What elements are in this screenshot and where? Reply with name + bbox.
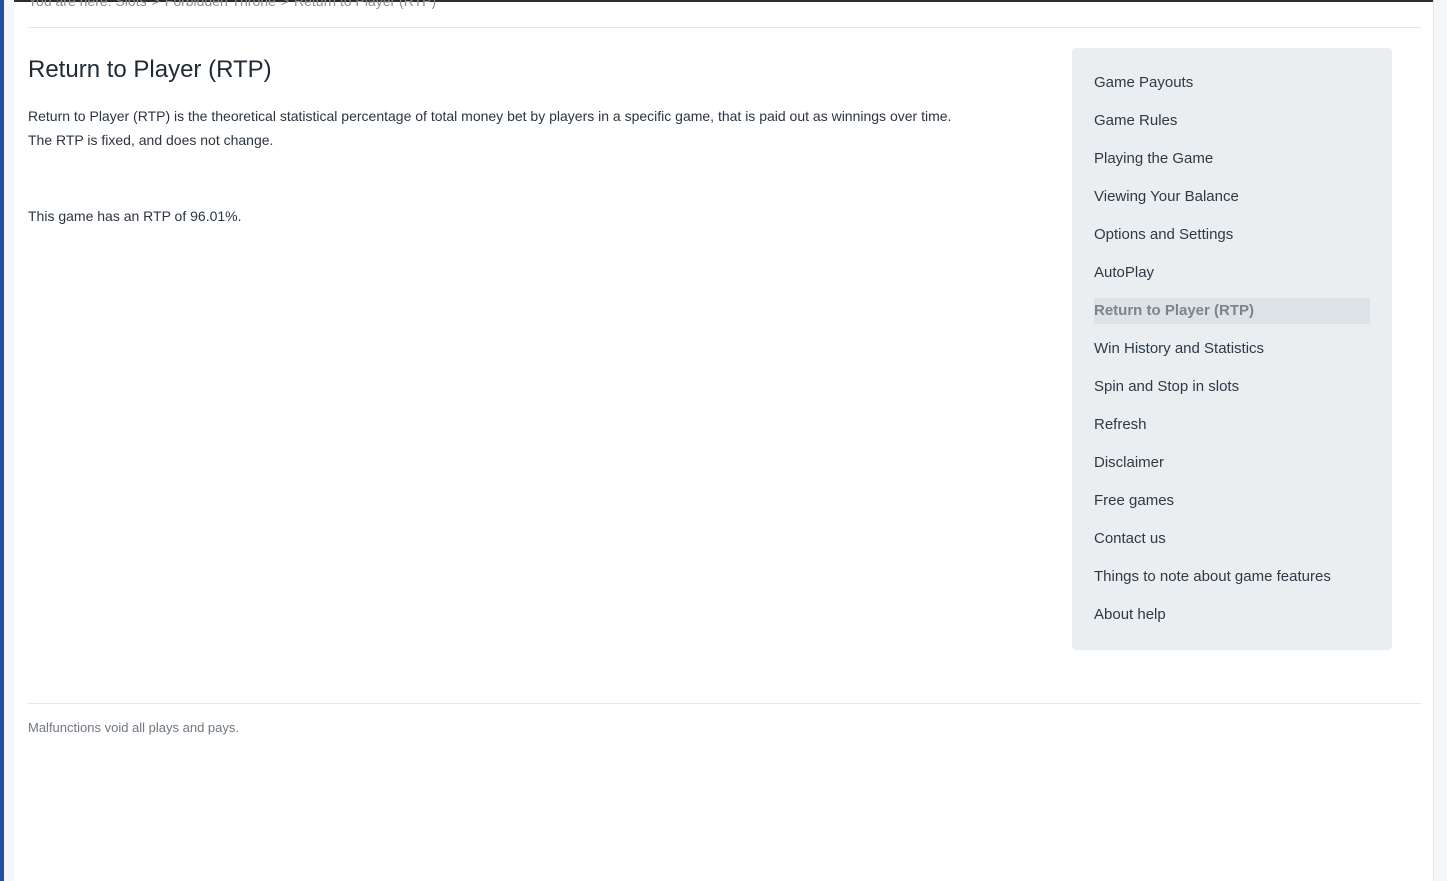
sidebar-item-win-history[interactable]: Win History and Statistics xyxy=(1094,336,1370,362)
sidebar-item-about-help[interactable]: About help xyxy=(1094,602,1370,628)
rtp-description: Return to Player (RTP) is the theoretica… xyxy=(28,108,952,148)
sidebar-item-game-rules[interactable]: Game Rules xyxy=(1094,108,1370,134)
breadcrumb-separator: > xyxy=(151,0,160,9)
breadcrumb-item-current: Return to Player (RTP) xyxy=(294,0,437,9)
breadcrumb-separator: > xyxy=(280,0,289,9)
right-gutter-divider xyxy=(1433,0,1434,881)
help-topics-sidebar: Game Payouts Game Rules Playing the Game… xyxy=(1072,48,1392,650)
rtp-statement: This game has an RTP of 96.01%. xyxy=(28,208,242,224)
footer-divider xyxy=(28,703,1421,704)
right-gutter xyxy=(1433,0,1447,881)
breadcrumb-prefix: You are here: xyxy=(28,0,112,9)
page-title: Return to Player (RTP) xyxy=(28,56,272,83)
sidebar-item-viewing-balance[interactable]: Viewing Your Balance xyxy=(1094,184,1370,210)
sidebar-item-autoplay[interactable]: AutoPlay xyxy=(1094,260,1370,286)
sidebar-item-contact-us[interactable]: Contact us xyxy=(1094,526,1370,552)
help-topics-list: Game Payouts Game Rules Playing the Game… xyxy=(1094,70,1370,640)
sidebar-item-free-games[interactable]: Free games xyxy=(1094,488,1370,514)
sidebar-item-rtp-active[interactable]: Return to Player (RTP) xyxy=(1094,298,1370,324)
footer-disclaimer: Malfunctions void all plays and pays. xyxy=(28,720,240,735)
sidebar-item-game-payouts[interactable]: Game Payouts xyxy=(1094,70,1370,96)
breadcrumb-item-slots[interactable]: Slots xyxy=(115,0,146,9)
left-gutter xyxy=(4,0,14,881)
breadcrumb-item-game[interactable]: Forbidden Throne xyxy=(165,0,276,9)
sidebar-item-disclaimer[interactable]: Disclaimer xyxy=(1094,450,1370,476)
sidebar-item-playing-the-game[interactable]: Playing the Game xyxy=(1094,146,1370,172)
sidebar-item-refresh[interactable]: Refresh xyxy=(1094,412,1370,438)
sidebar-item-options-settings[interactable]: Options and Settings xyxy=(1094,222,1370,248)
header-divider xyxy=(28,27,1421,28)
breadcrumb: You are here: Slots > Forbidden Throne > Ret… xyxy=(28,0,436,9)
sidebar-item-game-features[interactable]: Things to note about game features xyxy=(1094,564,1370,590)
sidebar-item-spin-stop[interactable]: Spin and Stop in slots xyxy=(1094,374,1370,400)
